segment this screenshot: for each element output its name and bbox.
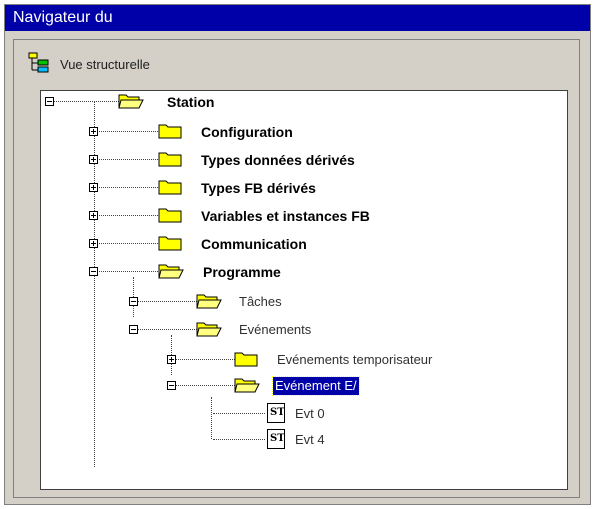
navigator-window: Navigateur du Vue structurelle Station C… bbox=[4, 4, 591, 505]
folder-icon bbox=[158, 124, 182, 139]
view-header-label: Vue structurelle bbox=[60, 57, 150, 72]
folder-icon bbox=[158, 180, 182, 195]
folder-open-icon bbox=[118, 94, 144, 109]
tree-connector bbox=[213, 439, 265, 440]
tree-view[interactable]: Station Configuration Types données déri… bbox=[40, 90, 568, 490]
expander-expand[interactable] bbox=[89, 155, 98, 164]
tree-connector bbox=[96, 215, 158, 216]
tree-connector bbox=[135, 329, 197, 330]
expander-collapse[interactable] bbox=[45, 97, 54, 106]
tree-node-taches[interactable]: Tâches bbox=[239, 293, 282, 311]
folder-open-icon bbox=[196, 322, 222, 337]
tree-node-io-event-selected[interactable]: Evénement E/ bbox=[272, 376, 360, 396]
folder-icon bbox=[158, 236, 182, 251]
expander-collapse[interactable] bbox=[129, 297, 138, 306]
expander-expand[interactable] bbox=[167, 355, 176, 364]
expander-expand[interactable] bbox=[89, 183, 98, 192]
expander-expand[interactable] bbox=[89, 127, 98, 136]
folder-open-icon bbox=[196, 294, 222, 309]
expander-collapse[interactable] bbox=[89, 267, 98, 276]
tree-node-timer-events[interactable]: Evénements temporisateur bbox=[277, 351, 432, 369]
folder-open-icon bbox=[234, 378, 260, 393]
folder-icon bbox=[158, 208, 182, 223]
tree-node-variables-fb-instances[interactable]: Variables et instances FB bbox=[201, 207, 370, 225]
tree-node-station[interactable]: Station bbox=[167, 93, 214, 111]
tree-connector bbox=[173, 385, 235, 386]
expander-collapse[interactable] bbox=[167, 381, 176, 390]
folder-icon bbox=[234, 352, 258, 367]
structural-view-panel: Vue structurelle Station Configuration T… bbox=[13, 39, 580, 498]
tree-connector bbox=[213, 413, 265, 414]
tree-connector bbox=[135, 301, 197, 302]
window-title[interactable]: Navigateur du bbox=[5, 5, 590, 31]
tree-connector bbox=[53, 101, 119, 102]
expander-collapse[interactable] bbox=[129, 325, 138, 334]
expander-expand[interactable] bbox=[89, 239, 98, 248]
tree-node-evt-0[interactable]: Evt 0 bbox=[295, 405, 325, 423]
tree-node-derived-data-types[interactable]: Types données dérivés bbox=[201, 151, 355, 169]
tree-connector bbox=[96, 131, 158, 132]
tree-connector bbox=[211, 397, 212, 439]
tree-connector bbox=[96, 187, 158, 188]
folder-icon bbox=[158, 152, 182, 167]
st-section-icon: ST bbox=[267, 429, 285, 449]
folder-open-icon bbox=[158, 264, 184, 279]
tree-connector bbox=[96, 243, 158, 244]
tree-node-configuration[interactable]: Configuration bbox=[201, 123, 293, 141]
tree-node-evt-4[interactable]: Evt 4 bbox=[295, 431, 325, 449]
expander-expand[interactable] bbox=[89, 211, 98, 220]
tree-structure-icon bbox=[28, 52, 49, 73]
tree-node-communication[interactable]: Communication bbox=[201, 235, 307, 253]
tree-connector bbox=[96, 159, 158, 160]
tree-connector bbox=[96, 271, 158, 272]
tree-node-derived-fb-types[interactable]: Types FB dérivés bbox=[201, 179, 316, 197]
tree-connector bbox=[173, 359, 235, 360]
tree-node-evenements[interactable]: Evénements bbox=[239, 321, 311, 339]
tree-node-programme[interactable]: Programme bbox=[203, 263, 281, 281]
st-section-icon: ST bbox=[267, 403, 285, 423]
